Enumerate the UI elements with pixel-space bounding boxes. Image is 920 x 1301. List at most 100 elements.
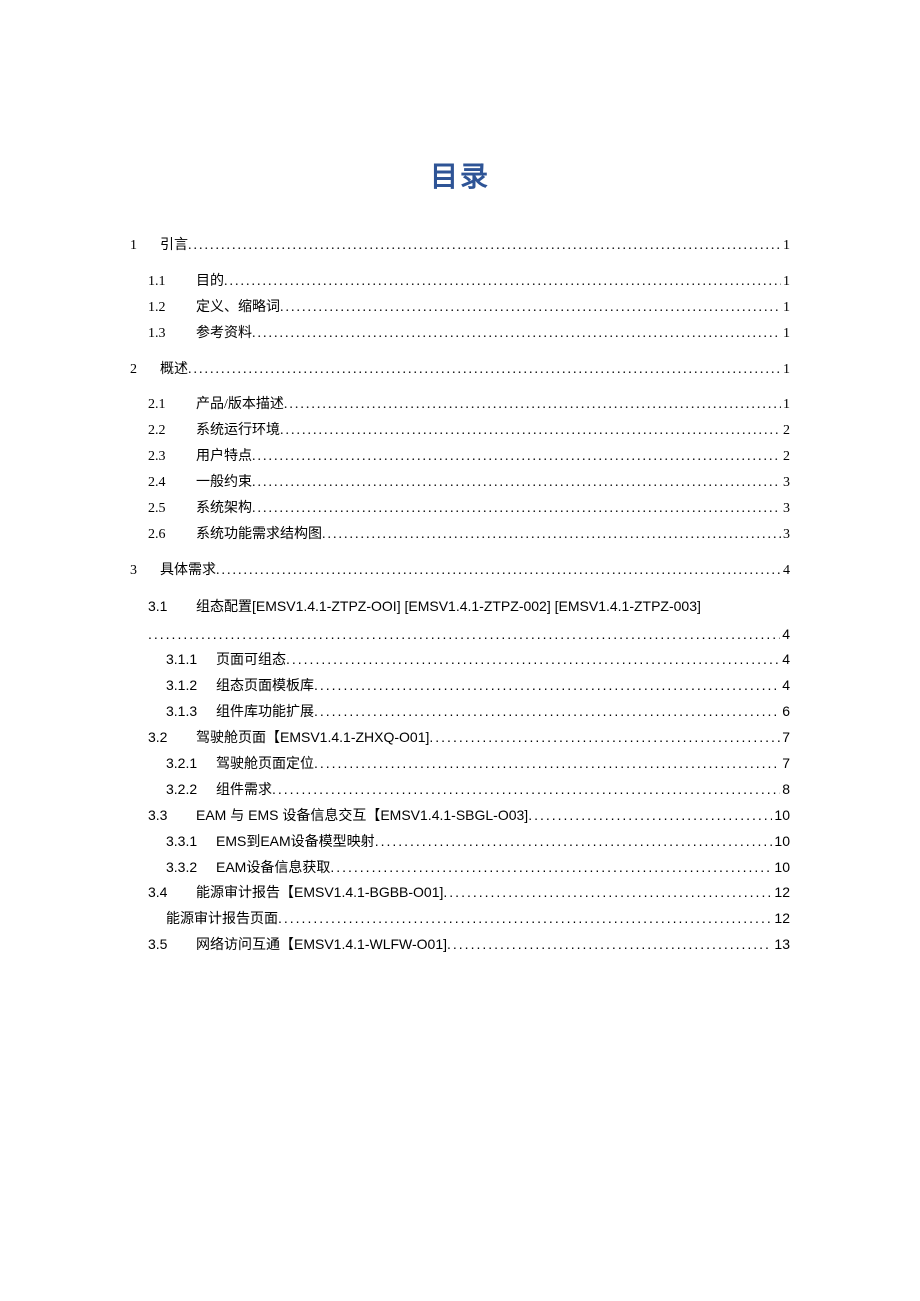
toc-entry-page: 8 xyxy=(782,777,790,803)
toc-entry-page: 10 xyxy=(774,855,790,881)
toc-leader-dots xyxy=(216,558,781,584)
toc-entry: 2.1产品/版本描述1 xyxy=(130,392,790,418)
toc-entry-number: 3 xyxy=(130,558,160,584)
toc-leader-dots xyxy=(286,647,780,673)
toc-entry-number: 3.1 xyxy=(148,594,196,620)
toc-entry-page: 4 xyxy=(782,673,790,699)
toc-entry-number: 2.1 xyxy=(148,392,196,418)
toc-entry-number: 1.1 xyxy=(148,269,196,295)
toc-entry: 3.5网络访问互通【EMSV1.4.1-WLFW-O01] 13 xyxy=(130,932,790,958)
toc-entry-number: 2.3 xyxy=(148,444,196,470)
toc-entry-number: 2.4 xyxy=(148,470,196,496)
toc-entry-number: 3.1.2 xyxy=(166,673,216,699)
toc-entry-number: 2.2 xyxy=(148,418,196,444)
toc-leader-dots xyxy=(314,699,780,725)
toc-entry-text: 3.1组态配置[EMSV1.4.1-ZTPZ-OOI] [EMSV1.4.1-Z… xyxy=(148,594,790,620)
toc-entry: 2.4一般约束 3 xyxy=(130,470,790,496)
toc-title: 目录 xyxy=(130,155,790,195)
toc-leader-dots xyxy=(322,522,781,548)
toc-entry: 3.2驾驶舱页面【EMSV1.4.1-ZHXQ-O01] 7 xyxy=(130,725,790,751)
toc-leader-dots xyxy=(443,880,772,906)
toc-leader-dots xyxy=(284,392,781,418)
toc-entry-page: 7 xyxy=(782,725,790,751)
toc-entry-label: 产品/版本描述 xyxy=(196,392,284,418)
toc-entry-label: 参考资料 xyxy=(196,321,252,347)
toc-entry: 2.6系统功能需求结构图3 xyxy=(130,522,790,548)
toc-entry-page: 12 xyxy=(774,906,790,932)
toc-entry: 3.1.2组态页面模板库 4 xyxy=(130,673,790,699)
toc-entry-page: 3 xyxy=(783,496,790,522)
toc-entry-label: 组态配置[EMSV1.4.1-ZTPZ-OOI] [EMSV1.4.1-ZTPZ… xyxy=(196,598,701,614)
toc-entry-continuation: 4 xyxy=(148,622,790,648)
toc-entry-number: 3.5 xyxy=(148,932,196,958)
toc-entry-page: 6 xyxy=(782,699,790,725)
toc-entry-page: 1 xyxy=(783,233,790,259)
toc-entry-number: 3.3.2 xyxy=(166,855,216,881)
toc-entry-page: 3 xyxy=(783,522,790,548)
toc-entry-label: 用户特点 xyxy=(196,444,252,470)
toc-entry-number: 3.2.1 xyxy=(166,751,216,777)
toc-leader-dots xyxy=(528,803,772,829)
toc-entry-label: 网络访问互通【EMSV1.4.1-WLFW-O01] xyxy=(196,932,447,958)
toc-leader-dots xyxy=(148,622,780,648)
toc-entry-page: 1 xyxy=(783,321,790,347)
toc-entry: 3.2.1驾驶舱页面定位 7 xyxy=(130,751,790,777)
toc-entry-page: 7 xyxy=(782,751,790,777)
toc-entry: 3.2.2组件需求 8 xyxy=(130,777,790,803)
toc-entry-page: 10 xyxy=(774,829,790,855)
toc-entry-page: 1 xyxy=(783,357,790,383)
toc-entry-label: 组件需求 xyxy=(216,777,272,803)
document-page: 目录 1引言11.1目的11.2定义、缩略词11.3参考资料12概述12.1产品… xyxy=(130,155,790,958)
toc-entry-number: 2 xyxy=(130,357,160,383)
toc-entry-number: 3.3 xyxy=(148,803,196,829)
toc-entry-label: 驾驶舱页面定位 xyxy=(216,751,314,777)
toc-entry-label: 能源审计报告页面 xyxy=(166,906,278,932)
toc-leader-dots xyxy=(188,357,781,383)
toc-leader-dots xyxy=(280,295,781,321)
toc-entry: 1.1目的 1 xyxy=(130,269,790,295)
toc-entry: 2概述1 xyxy=(130,357,790,383)
toc-entry-label: EAM 与 EMS 设备信息交互【EMSV1.4.1-SBGL-O03] xyxy=(196,803,528,829)
toc-entry-page: 10 xyxy=(774,803,790,829)
toc-entry-number: 3.4 xyxy=(148,880,196,906)
toc-entry-label: 系统功能需求结构图 xyxy=(196,522,322,548)
toc-entry: 3.3EAM 与 EMS 设备信息交互【EMSV1.4.1-SBGL-O03] 1… xyxy=(130,803,790,829)
toc-leader-dots xyxy=(188,233,781,259)
toc-leader-dots xyxy=(224,269,781,295)
toc-entry-label: 组件库功能扩展 xyxy=(216,699,314,725)
toc-leader-dots xyxy=(429,725,780,751)
toc-entry-page: 2 xyxy=(783,444,790,470)
toc-entry-number: 1.2 xyxy=(148,295,196,321)
toc-entry-label: 页面可组态 xyxy=(216,647,286,673)
toc-entry-label: 系统运行环境 xyxy=(196,418,280,444)
toc-entry: 3.1.1页面可组态 4 xyxy=(130,647,790,673)
toc-entry: 1.2定义、缩略词1 xyxy=(130,295,790,321)
toc-entry-page: 12 xyxy=(774,880,790,906)
toc-leader-dots xyxy=(314,751,780,777)
toc-entry-page: 1 xyxy=(783,295,790,321)
toc-entry-page: 4 xyxy=(782,622,790,648)
toc-entry: 3.1组态配置[EMSV1.4.1-ZTPZ-OOI] [EMSV1.4.1-Z… xyxy=(130,594,790,648)
toc-entry: 3.3.2EAM设备信息获取 10 xyxy=(130,855,790,881)
toc-entry-label: 组态页面模板库 xyxy=(216,673,314,699)
toc-entry-page: 1 xyxy=(783,269,790,295)
toc-leader-dots xyxy=(447,932,772,958)
table-of-contents: 1引言11.1目的11.2定义、缩略词11.3参考资料12概述12.1产品/版本… xyxy=(130,233,790,958)
toc-entry-label: 一般约束 xyxy=(196,470,252,496)
toc-leader-dots xyxy=(330,855,772,881)
toc-leader-dots xyxy=(280,418,781,444)
toc-entry-number: 3.1.3 xyxy=(166,699,216,725)
toc-leader-dots xyxy=(272,777,780,803)
toc-entry: 2.3用户特点 2 xyxy=(130,444,790,470)
toc-leader-dots xyxy=(278,906,772,932)
toc-leader-dots xyxy=(314,673,780,699)
toc-leader-dots xyxy=(252,321,781,347)
toc-entry: 2.5系统架构3 xyxy=(130,496,790,522)
toc-entry-label: 能源审计报告【EMSV1.4.1-BGBB-O01] xyxy=(196,880,443,906)
toc-entry-page: 3 xyxy=(783,470,790,496)
toc-entry-number: 1 xyxy=(130,233,160,259)
toc-entry-label: 目的 xyxy=(196,269,224,295)
toc-entry-page: 4 xyxy=(782,647,790,673)
toc-entry-label: EAM设备信息获取 xyxy=(216,855,330,881)
toc-leader-dots xyxy=(252,470,781,496)
